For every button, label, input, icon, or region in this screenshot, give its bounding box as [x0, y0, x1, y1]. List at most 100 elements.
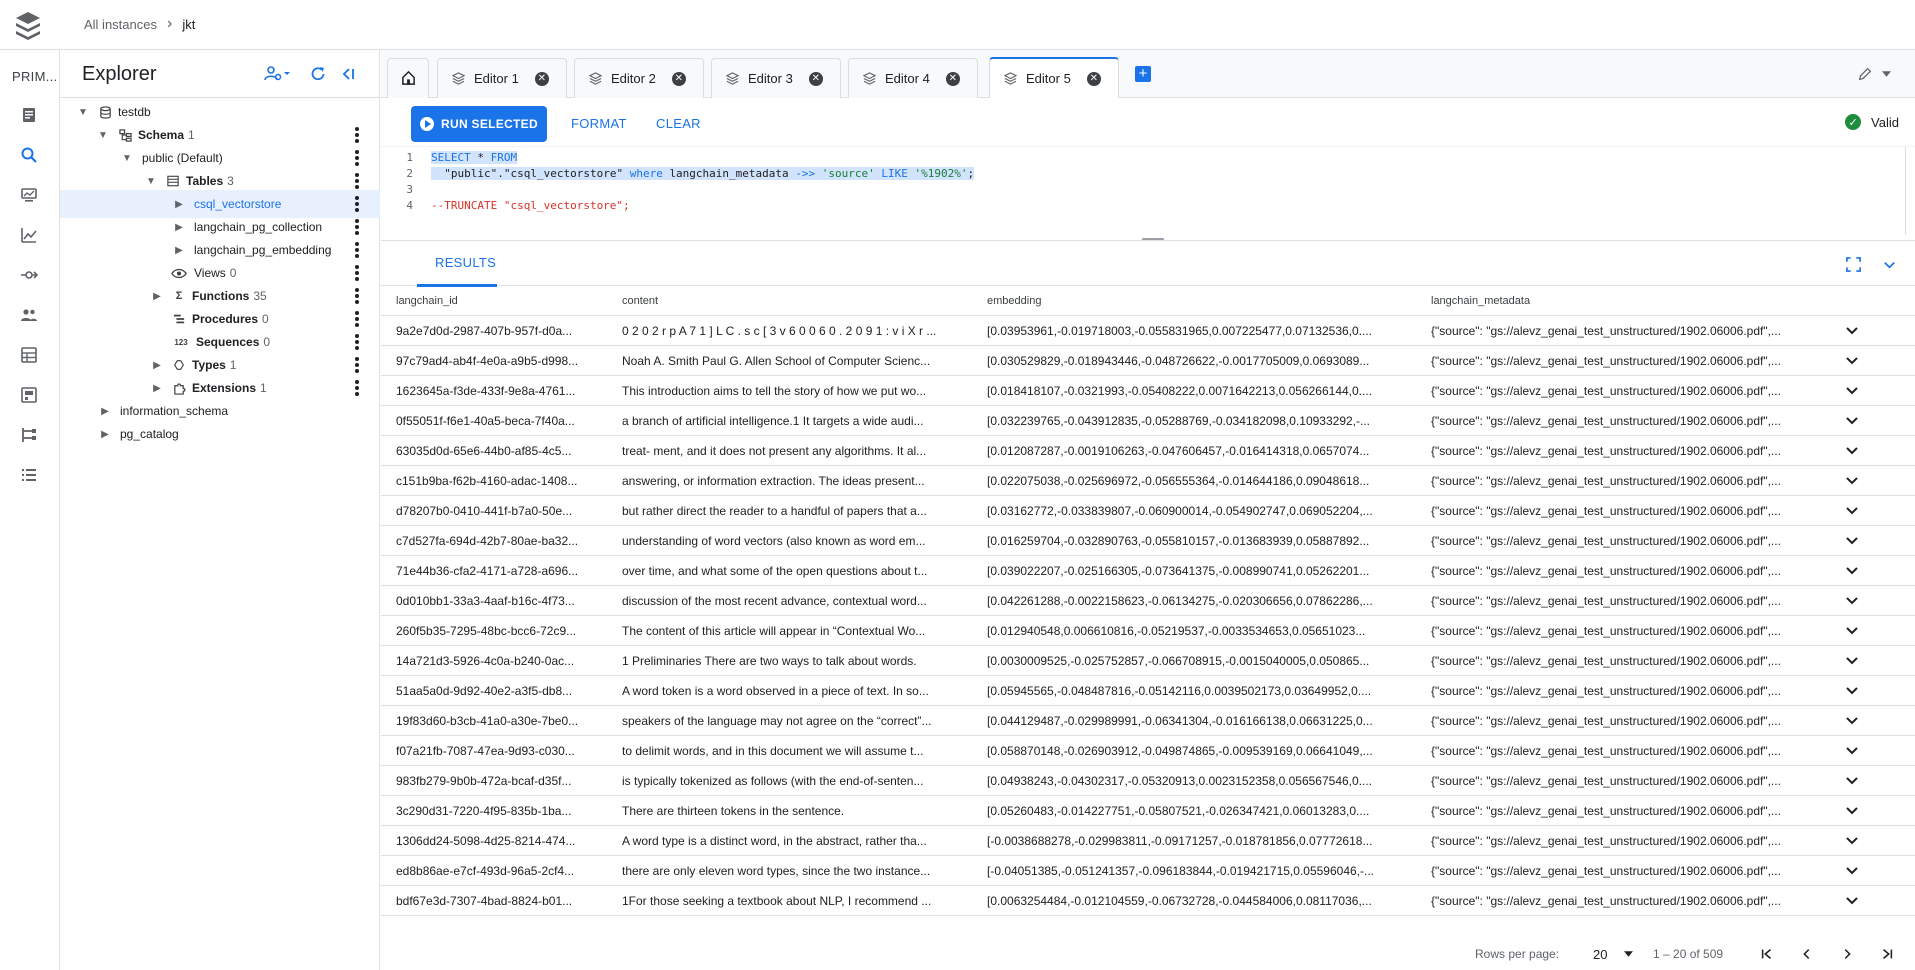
search-icon[interactable] — [18, 144, 40, 166]
cell-langchain-metadata[interactable]: {"source": "gs://alevz_genai_test_unstru… — [1431, 804, 1811, 818]
cell-langchain-metadata[interactable]: {"source": "gs://alevz_genai_test_unstru… — [1431, 354, 1811, 368]
more-options-icon[interactable] — [354, 311, 360, 327]
cell-langchain-metadata[interactable]: {"source": "gs://alevz_genai_test_unstru… — [1431, 444, 1811, 458]
table-row[interactable]: c7d527fa-694d-42b7-80ae-ba32... understan… — [381, 526, 1915, 556]
more-options-icon[interactable] — [354, 150, 360, 166]
expand-row-chevron-icon[interactable] — [1844, 353, 1862, 369]
tab-editor-5[interactable]: Editor 5 ✕ — [989, 57, 1119, 98]
more-options-icon[interactable] — [354, 242, 360, 258]
cell-embedding[interactable]: [0.05945565,-0.048487816,-0.05142116,0.0… — [987, 684, 1407, 698]
users-icon[interactable] — [18, 304, 40, 326]
cell-langchain-id[interactable]: 260f5b35-7295-48bc-bcc6-72c9... — [396, 624, 596, 638]
caret-right-icon[interactable]: ▶ — [98, 404, 112, 418]
table-row[interactable]: 19f83d60-b3cb-41a0-a30e-7be0... speakers … — [381, 706, 1915, 736]
expand-row-chevron-icon[interactable] — [1844, 473, 1862, 489]
expand-row-chevron-icon[interactable] — [1844, 683, 1862, 699]
next-page-icon[interactable] — [1836, 943, 1858, 965]
cell-langchain-metadata[interactable]: {"source": "gs://alevz_genai_test_unstru… — [1431, 504, 1811, 518]
cell-content[interactable]: speakers of the language may not agree o… — [622, 714, 967, 728]
cell-embedding[interactable]: [0.032239765,-0.043912835,-0.05288769,-0… — [987, 414, 1407, 428]
column-header[interactable]: content — [622, 295, 967, 307]
cell-langchain-metadata[interactable]: {"source": "gs://alevz_genai_test_unstru… — [1431, 564, 1811, 578]
cell-content[interactable]: understanding of word vectors (also know… — [622, 534, 967, 548]
cell-content[interactable]: discussion of the most recent advance, c… — [622, 594, 967, 608]
cell-langchain-metadata[interactable]: {"source": "gs://alevz_genai_test_unstru… — [1431, 864, 1811, 878]
expand-row-chevron-icon[interactable] — [1844, 323, 1862, 339]
table-row[interactable]: 260f5b35-7295-48bc-bcc6-72c9... The conte… — [381, 616, 1915, 646]
cell-content[interactable]: 0 2 0 2 r p A 7 1 ] L C . s c [ 3 v 6 0 … — [622, 324, 967, 338]
table-row[interactable]: 97c79ad4-ab4f-4e0a-a9b5-d998... Noah A. S… — [381, 346, 1915, 376]
cell-content[interactable]: The content of this article will appear … — [622, 624, 967, 638]
chevron-down-icon[interactable] — [1878, 253, 1900, 275]
cell-langchain-id[interactable]: 14a721d3-5926-4c0a-b240-0ac... — [396, 654, 596, 668]
close-icon[interactable]: ✕ — [671, 71, 686, 86]
cell-langchain-id[interactable]: bdf67e3d-7307-4bad-8824-b01... — [396, 894, 596, 908]
column-header[interactable]: embedding — [987, 295, 1407, 307]
cell-langchain-metadata[interactable]: {"source": "gs://alevz_genai_test_unstru… — [1431, 774, 1811, 788]
expand-row-chevron-icon[interactable] — [1844, 593, 1862, 609]
cell-langchain-id[interactable]: 9a2e7d0d-2987-407b-957f-d0a... — [396, 324, 596, 338]
run-selected-button[interactable]: RUN SELECTED — [411, 106, 547, 142]
expand-row-chevron-icon[interactable] — [1844, 443, 1862, 459]
fullscreen-icon[interactable] — [1842, 253, 1864, 275]
cell-content[interactable]: is typically tokenized as follows (with … — [622, 774, 967, 788]
sql-editor[interactable]: 1 SELECT * FROM 2 "public"."csql_vectors… — [381, 146, 1915, 235]
backups-icon[interactable] — [18, 384, 40, 406]
expand-row-chevron-icon[interactable] — [1844, 833, 1862, 849]
cell-langchain-id[interactable]: 63035d0d-65e6-44b0-af85-4c5... — [396, 444, 596, 458]
cell-content[interactable]: There are thirteen tokens in the sentenc… — [622, 804, 967, 818]
cell-embedding[interactable]: [0.030529829,-0.018943446,-0.048726622,-… — [987, 354, 1407, 368]
table-row[interactable]: f07a21fb-7087-47ea-9d93-c030... to delimi… — [381, 736, 1915, 766]
query-insights-icon[interactable] — [18, 184, 40, 206]
expand-row-chevron-icon[interactable] — [1844, 893, 1862, 909]
monitoring-icon[interactable] — [18, 224, 40, 246]
more-options-icon[interactable] — [354, 127, 360, 143]
cell-langchain-id[interactable]: 3c290d31-7220-4f95-835b-1ba... — [396, 804, 596, 818]
close-icon[interactable]: ✕ — [1086, 71, 1101, 86]
more-options-icon[interactable] — [354, 380, 360, 396]
manage-users-icon[interactable] — [260, 62, 294, 86]
cell-embedding[interactable]: [-0.0038688278,-0.029983811,-0.09171257,… — [987, 834, 1407, 848]
cell-embedding[interactable]: [0.012940548,0.006610816,-0.05219537,-0.… — [987, 624, 1407, 638]
clear-button[interactable]: CLEAR — [656, 116, 701, 131]
cell-content[interactable]: there are only eleven word types, since … — [622, 864, 967, 878]
column-header[interactable]: langchain_id — [396, 295, 596, 307]
cell-content[interactable]: to delimit words, and in this document w… — [622, 744, 967, 758]
caret-right-icon[interactable]: ▶ — [172, 220, 186, 234]
cell-content[interactable]: 1For those seeking a textbook about NLP,… — [622, 894, 967, 908]
cell-langchain-id[interactable]: 51aa5a0d-9d92-40e2-a3f5-db8... — [396, 684, 596, 698]
more-options-icon[interactable] — [354, 334, 360, 350]
cell-embedding[interactable]: [0.012087287,-0.0019106263,-0.047606457,… — [987, 444, 1407, 458]
caret-down-icon[interactable]: ▼ — [144, 174, 158, 188]
cell-langchain-metadata[interactable]: {"source": "gs://alevz_genai_test_unstru… — [1431, 414, 1811, 428]
tab-home[interactable] — [387, 58, 429, 98]
cell-langchain-id[interactable]: 0d010bb1-33a3-4aaf-b16c-4f73... — [396, 594, 596, 608]
caret-right-icon[interactable]: ▶ — [150, 358, 164, 372]
table-row[interactable]: 71e44b36-cfa2-4171-a728-a696... over time… — [381, 556, 1915, 586]
databases-icon[interactable] — [18, 344, 40, 366]
table-row[interactable]: 63035d0d-65e6-44b0-af85-4c5... treat- men… — [381, 436, 1915, 466]
last-page-icon[interactable] — [1876, 943, 1898, 965]
table-row[interactable]: 3c290d31-7220-4f95-835b-1ba... There are … — [381, 796, 1915, 826]
replicas-icon[interactable] — [18, 424, 40, 446]
table-row[interactable]: 1623645a-f3de-433f-9e8a-4761... This intr… — [381, 376, 1915, 406]
cell-langchain-id[interactable]: 0f55051f-f6e1-40a5-beca-7f40a... — [396, 414, 596, 428]
cell-langchain-id[interactable]: 1306dd24-5098-4d25-8214-474... — [396, 834, 596, 848]
cell-content[interactable]: a branch of artificial intelligence.1 It… — [622, 414, 967, 428]
cell-embedding[interactable]: [0.03953961,-0.019718003,-0.055831965,0.… — [987, 324, 1407, 338]
cell-langchain-metadata[interactable]: {"source": "gs://alevz_genai_test_unstru… — [1431, 594, 1811, 608]
cell-embedding[interactable]: [-0.04051385,-0.051241357,-0.096183844,-… — [987, 864, 1407, 878]
cell-langchain-id[interactable]: ed8b86ae-e7cf-493d-96a5-2cf4... — [396, 864, 596, 878]
cell-embedding[interactable]: [0.05260483,-0.014227751,-0.05807521,-0.… — [987, 804, 1407, 818]
more-options-icon[interactable] — [354, 196, 360, 212]
cell-langchain-id[interactable]: 983fb279-9b0b-472a-bcaf-d35f... — [396, 774, 596, 788]
cell-embedding[interactable]: [0.042261288,-0.0022158623,-0.06134275,-… — [987, 594, 1407, 608]
expand-row-chevron-icon[interactable] — [1844, 713, 1862, 729]
more-options-icon[interactable] — [354, 219, 360, 235]
caret-right-icon[interactable]: ▶ — [150, 289, 164, 303]
cell-content[interactable]: A word type is a distinct word, in the a… — [622, 834, 967, 848]
expand-row-chevron-icon[interactable] — [1844, 533, 1862, 549]
caret-right-icon[interactable]: ▶ — [98, 427, 112, 441]
caret-down-icon[interactable]: ▼ — [96, 128, 110, 142]
add-tab-icon[interactable]: + — [1135, 66, 1151, 82]
